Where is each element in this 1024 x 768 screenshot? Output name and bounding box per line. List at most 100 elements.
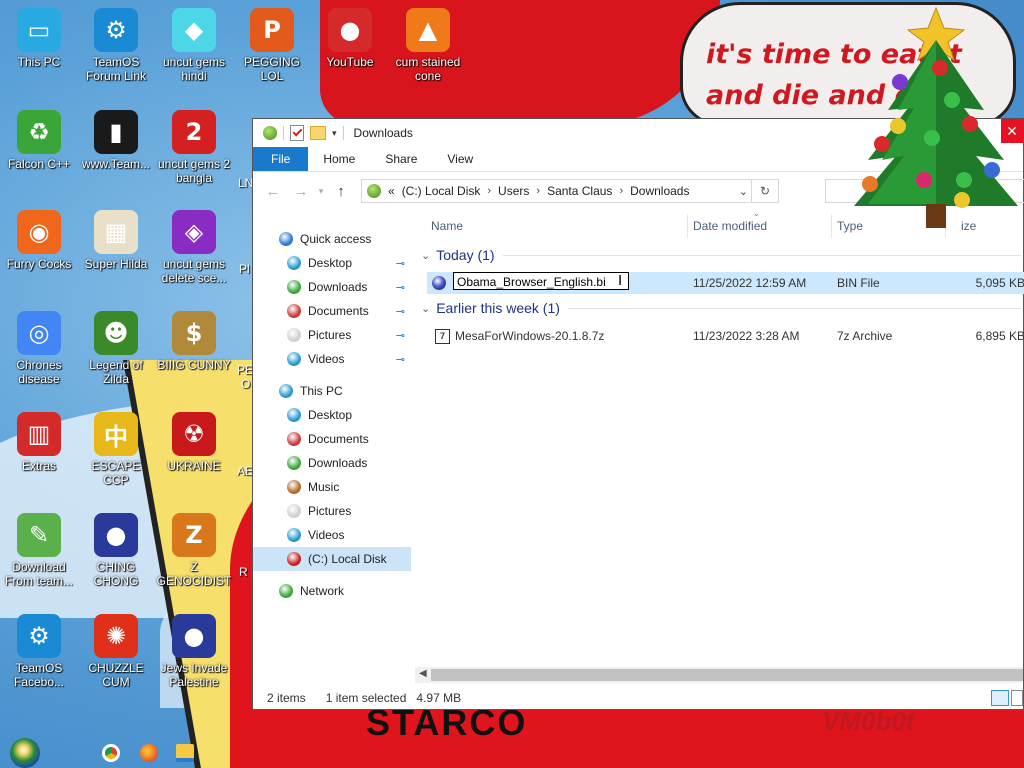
group-today[interactable]: ⌄ Today (1) [421, 247, 1021, 263]
scrollbar-thumb[interactable] [431, 669, 1023, 681]
new-folder-icon[interactable] [310, 126, 326, 140]
nav-label: This PC [300, 384, 343, 398]
chevron-down-icon[interactable]: ▾ [332, 128, 337, 139]
file-explorer-icon[interactable] [176, 744, 194, 762]
desktop-icon[interactable]: ◎ Chrones disease [1, 311, 77, 386]
desktop-icon[interactable]: ✎ Download From team... [1, 513, 77, 588]
desktop-icon[interactable]: 中 ESCAPE CCP [78, 412, 154, 487]
pixel-character-icon: ▦ [94, 210, 138, 254]
desktop-icon[interactable]: ⚙ TeamOS Facebo... [1, 614, 77, 689]
column-name[interactable]: Name [431, 219, 463, 233]
pin-icon[interactable]: ⊸ [396, 305, 405, 318]
partial-icon-label[interactable]: AE [237, 464, 253, 478]
column-date-modified[interactable]: Date modified [693, 219, 767, 233]
file-list-pane[interactable]: Name Date modified ⌄ Type ize ⌄ Today (1… [415, 209, 1024, 687]
nav-pictures[interactable]: Pictures ⊸ [253, 323, 411, 347]
music-icon [287, 480, 301, 494]
desktop-icon[interactable]: ◉ Furry Cocks [1, 210, 77, 271]
desktop-icon[interactable]: ● Jews Invade Palestine [156, 614, 232, 689]
desktop-icon[interactable]: ▥ Extras [1, 412, 77, 473]
desktop-icon[interactable]: ◈ uncut gems delete sce... [156, 210, 232, 285]
chevron-down-icon[interactable]: ⌄ [739, 185, 748, 198]
desktop-icon[interactable]: Z Z GENOCIDIST [156, 513, 232, 588]
partial-icon-label[interactable]: Pl [239, 262, 250, 276]
breadcrumb-users[interactable]: Users [491, 184, 536, 198]
pin-icon[interactable]: ⊸ [396, 353, 405, 366]
breadcrumb-santa-claus[interactable]: Santa Claus [540, 184, 619, 198]
desktop-icon-label: uncut gems delete sce... [161, 257, 227, 285]
large-icons-view-icon[interactable] [1011, 690, 1023, 706]
refresh-icon[interactable]: ↻ [751, 179, 778, 203]
drive-icon [367, 184, 381, 198]
pin-icon[interactable]: ⊸ [396, 257, 405, 270]
nav-documents[interactable]: Documents ⊸ [253, 299, 411, 323]
breadcrumb-downloads[interactable]: Downloads [623, 184, 696, 198]
recent-locations-chevron-icon[interactable]: ▾ [315, 186, 327, 197]
tab-view[interactable]: View [432, 147, 488, 171]
desktop-icon[interactable]: ♻ Falcon C++ [1, 110, 77, 171]
file-row[interactable]: 7 MesaForWindows-20.1.8.7z 11/23/2022 3:… [427, 325, 1024, 347]
nav-desktop[interactable]: Desktop ⊸ [253, 251, 411, 275]
desktop-icon[interactable]: ☢ UKRAINE [156, 412, 232, 473]
desktop-icon[interactable]: ◆ uncut gems hindi [156, 8, 232, 83]
group-earlier-this-week[interactable]: ⌄ Earlier this week (1) [421, 300, 1021, 316]
nav-network[interactable]: Network [253, 579, 411, 603]
desktop-icon[interactable]: ✺ CHUZZLE CUM [78, 614, 154, 689]
chevron-down-icon[interactable]: ⌄ [421, 302, 430, 315]
nav-quick-access[interactable]: Quick access [253, 227, 411, 251]
pin-icon[interactable]: ⊸ [396, 329, 405, 342]
navigation-pane[interactable]: Quick access Desktop ⊸ Downloads ⊸ Documents ⊸… [253, 210, 411, 687]
nav-videos[interactable]: Videos ⊸ [253, 347, 411, 371]
desktop-icon[interactable]: $ BIIIG CUNNY [156, 311, 232, 372]
partial-icon-label[interactable]: PE [237, 363, 253, 377]
explorer-icon[interactable] [263, 126, 277, 140]
breadcrumb-overflow[interactable]: « [381, 184, 402, 198]
details-view-icon[interactable] [991, 690, 1009, 706]
up-arrow-icon[interactable]: ↑ [327, 183, 355, 200]
nav-videos[interactable]: Videos [253, 523, 411, 547]
chrome-icon[interactable] [102, 744, 120, 762]
desktop-icon [287, 256, 301, 270]
desktop-icon[interactable]: P PEGGING LOL [234, 8, 310, 83]
horizontal-scrollbar[interactable]: ◀ [415, 667, 1023, 683]
file-size: 5,095 KB [975, 276, 1024, 290]
nav-c-local-disk[interactable]: (C:) Local Disk [253, 547, 411, 571]
desktop-icon[interactable]: ● YouTube [312, 8, 388, 69]
nav-documents[interactable]: Documents [253, 427, 411, 451]
tab-file[interactable]: File [253, 147, 309, 171]
desktop-icon-label: BIIIG CUNNY [157, 358, 231, 372]
breadcrumb-local-disk[interactable]: (C:) Local Disk [402, 184, 488, 198]
back-arrow-icon[interactable]: ← [259, 183, 287, 200]
nav-downloads[interactable]: Downloads ⊸ [253, 275, 411, 299]
nav-pictures[interactable]: Pictures [253, 499, 411, 523]
desktop-icon[interactable]: ☻ Legend of Zilda [78, 311, 154, 386]
nav-label: (C:) Local Disk [308, 552, 387, 566]
desktop-icon[interactable]: ● CHING CHONG [78, 513, 154, 588]
nav-music[interactable]: Music [253, 475, 411, 499]
desktop-icon[interactable]: ⚙ TeamOS Forum Link [78, 8, 154, 83]
address-bar[interactable]: « (C:) Local Disk › Users › Santa Claus … [361, 179, 779, 203]
forward-arrow-icon[interactable]: → [287, 183, 315, 200]
desktop-icon[interactable]: ▦ Super Hilda [78, 210, 154, 271]
nav-downloads[interactable]: Downloads [253, 451, 411, 475]
chevron-down-icon[interactable]: ⌄ [421, 249, 430, 262]
pin-icon[interactable]: ⊸ [396, 281, 405, 294]
column-separator[interactable] [831, 214, 832, 238]
partial-icon-label[interactable]: R [239, 565, 248, 579]
file-row[interactable]: Obama_Browser_English.bi I 11/25/2022 12… [427, 272, 1024, 294]
desktop-icon[interactable]: ▮ www.Team... [78, 110, 154, 171]
tab-home[interactable]: Home [308, 147, 370, 171]
partial-icon-label[interactable]: O [241, 377, 250, 391]
desktop-icon[interactable]: ▲ cum stained cone [390, 8, 466, 83]
desktop-icon[interactable]: 2 uncut gems 2 bangla [156, 110, 232, 185]
rename-input[interactable]: Obama_Browser_English.bi [453, 272, 629, 290]
start-button-icon[interactable] [10, 738, 40, 768]
nav-this-pc[interactable]: This PC [253, 379, 411, 403]
nav-desktop[interactable]: Desktop [253, 403, 411, 427]
tab-share[interactable]: Share [370, 147, 432, 171]
properties-icon[interactable] [290, 125, 304, 141]
desktop-icon[interactable]: ▭ This PC [1, 8, 77, 69]
firefox-icon[interactable] [140, 744, 158, 762]
column-separator[interactable] [687, 214, 688, 238]
scroll-left-icon[interactable]: ◀ [419, 668, 427, 679]
